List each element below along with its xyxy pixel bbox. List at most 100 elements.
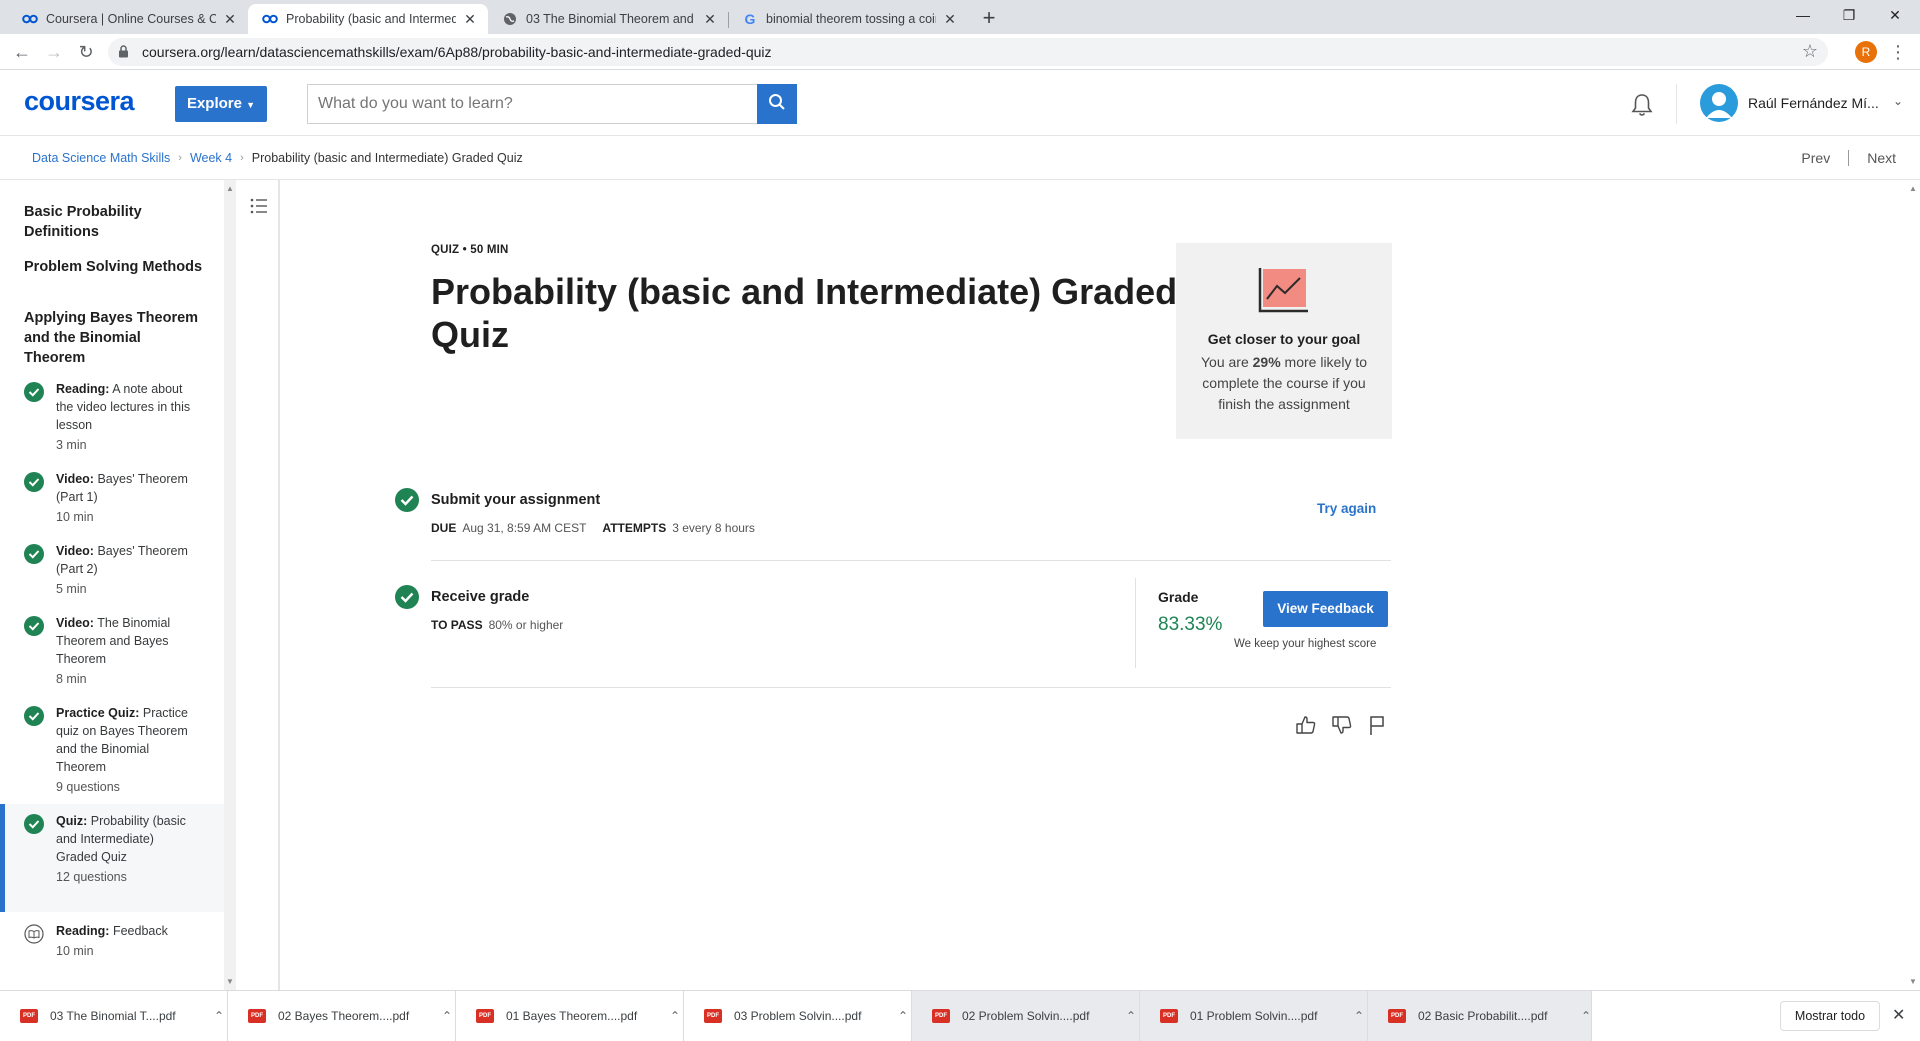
browser-tab-bar: Coursera | Online Courses & Credentials …: [0, 0, 1920, 34]
try-again-link[interactable]: Try again: [1317, 501, 1376, 516]
sidebar-item-practice-quiz[interactable]: Practice Quiz: Practice quiz on Bayes Th…: [0, 704, 224, 802]
minimize-button[interactable]: —: [1780, 0, 1826, 30]
header-divider: [1676, 84, 1677, 124]
close-icon[interactable]: ✕: [702, 11, 718, 27]
download-item[interactable]: PDF 01 Problem Solvin....pdf ⌃: [1140, 991, 1368, 1041]
sidebar-item-video-bayes-2[interactable]: Video: Bayes' Theorem (Part 2) 5 min: [0, 542, 224, 604]
browser-tab-coursera[interactable]: Coursera | Online Courses & Credentials …: [8, 4, 248, 34]
check-circle-icon: [395, 585, 419, 609]
close-icon[interactable]: ✕: [1892, 1005, 1905, 1025]
item-duration: 3 min: [56, 438, 87, 452]
new-tab-button[interactable]: +: [976, 6, 1002, 32]
thumbs-down-icon[interactable]: [1331, 714, 1353, 741]
sidebar-section-basic-probability[interactable]: Basic Probability Definitions: [24, 202, 204, 242]
breadcrumb-course[interactable]: Data Science Math Skills: [32, 151, 170, 165]
next-link[interactable]: Next: [1867, 150, 1896, 166]
pass-meta: TO PASS 80% or higher: [431, 618, 563, 632]
prev-link[interactable]: Prev: [1801, 150, 1830, 166]
download-item[interactable]: PDF 03 Problem Solvin....pdf ⌃: [684, 991, 912, 1041]
sidebar-item-reading-note[interactable]: Reading: A note about the video lectures…: [0, 380, 224, 460]
check-circle-icon: [24, 814, 44, 834]
chevron-up-icon[interactable]: ⌃: [1354, 1009, 1364, 1023]
back-button[interactable]: ←: [10, 40, 34, 64]
chevron-right-icon: ›: [178, 152, 182, 164]
browser-tab-google[interactable]: G binomial theorem tossing a coin ✕: [728, 4, 968, 34]
download-item[interactable]: PDF 02 Problem Solvin....pdf ⌃: [912, 991, 1140, 1041]
item-type: Practice Quiz:: [56, 706, 140, 720]
search-icon: [768, 93, 786, 116]
download-item[interactable]: PDF 03 The Binomial T....pdf ⌃: [0, 991, 228, 1041]
list-icon[interactable]: [250, 198, 268, 219]
address-bar: ← → ↻ coursera.org/learn/datasciencemath…: [0, 34, 1920, 70]
chevron-up-icon[interactable]: ⌃: [1126, 1009, 1136, 1023]
reload-button[interactable]: ↻: [74, 40, 98, 64]
check-circle-icon: [24, 382, 44, 402]
goal-card: Get closer to your goal You are 29% more…: [1176, 243, 1392, 439]
chevron-up-icon[interactable]: ⌃: [898, 1009, 908, 1023]
search-button[interactable]: [757, 84, 797, 124]
explore-button[interactable]: Explore ▼: [175, 86, 267, 122]
notifications-bell-icon[interactable]: [1630, 92, 1654, 123]
item-title: Feedback: [112, 924, 168, 938]
submit-assignment-title: Submit your assignment: [431, 492, 601, 508]
breadcrumb-bar: Data Science Math Skills › Week 4 › Prob…: [0, 136, 1920, 180]
close-window-button[interactable]: ✕: [1872, 0, 1918, 30]
chevron-up-icon[interactable]: ⌃: [214, 1009, 224, 1023]
sidebar-section-bayes-binomial[interactable]: Applying Bayes Theorem and the Binomial …: [24, 308, 204, 368]
download-item[interactable]: PDF 02 Bayes Theorem....pdf ⌃: [228, 991, 456, 1041]
thumbs-up-icon[interactable]: [1295, 714, 1317, 741]
pdf-file-icon: PDF: [704, 1009, 722, 1023]
scroll-down-arrow-icon[interactable]: ▼: [226, 977, 234, 986]
search-input[interactable]: [307, 84, 757, 124]
sidebar-item-video-bayes-1[interactable]: Video: Bayes' Theorem (Part 1) 10 min: [0, 470, 224, 532]
close-icon[interactable]: ✕: [222, 11, 238, 27]
restore-button[interactable]: ❐: [1826, 0, 1872, 30]
close-icon[interactable]: ✕: [462, 11, 478, 27]
scroll-down-arrow-icon[interactable]: ▼: [1909, 977, 1917, 986]
sidebar-scrollbar[interactable]: ▲ ▼: [224, 180, 236, 990]
close-icon[interactable]: ✕: [942, 11, 958, 27]
pdf-file-icon: PDF: [476, 1009, 494, 1023]
sidebar-section-problem-solving[interactable]: Problem Solving Methods: [24, 257, 204, 277]
main-scrollbar[interactable]: ▲ ▼: [1906, 180, 1920, 990]
scroll-up-arrow-icon[interactable]: ▲: [226, 184, 234, 193]
sidebar-item-video-binomial[interactable]: Video: The Binomial Theorem and Bayes Th…: [0, 614, 224, 694]
pdf-file-icon: PDF: [1160, 1009, 1178, 1023]
download-item[interactable]: PDF 02 Basic Probabilit....pdf ⌃: [1368, 991, 1592, 1041]
item-duration: 9 questions: [56, 780, 120, 794]
flag-icon[interactable]: [1367, 714, 1387, 741]
url-field[interactable]: coursera.org/learn/datasciencemathskills…: [108, 38, 1828, 66]
item-type: Reading:: [56, 924, 110, 938]
course-sidebar: Basic Probability Definitions Problem So…: [0, 180, 224, 990]
user-avatar[interactable]: [1700, 84, 1738, 122]
item-type: Reading:: [56, 382, 110, 396]
chevron-up-icon[interactable]: ⌃: [1581, 1009, 1591, 1023]
item-duration: 8 min: [56, 672, 87, 686]
submit-meta: DUE Aug 31, 8:59 AM CEST ATTEMPTS 3 every 8…: [431, 521, 755, 535]
browser-tab-binomial[interactable]: 03 The Binomial Theorem and Bayes Theore…: [488, 4, 728, 34]
attempts-label: ATTEMPTS: [602, 521, 667, 535]
show-all-downloads-button[interactable]: Mostrar todo: [1780, 1001, 1880, 1031]
chevron-up-icon[interactable]: ⌃: [442, 1009, 452, 1023]
browser-menu-icon[interactable]: ⋮: [1888, 40, 1908, 64]
sidebar-item-reading-feedback[interactable]: Reading: Feedback 10 min: [0, 922, 224, 968]
bookmark-star-icon[interactable]: ☆: [1802, 41, 1818, 62]
forward-button[interactable]: →: [42, 40, 66, 64]
breadcrumb-week[interactable]: Week 4: [190, 151, 232, 165]
sidebar-item-graded-quiz[interactable]: Quiz: Probability (basic and Intermediat…: [0, 804, 224, 912]
goal-percent: 29%: [1252, 354, 1281, 370]
view-feedback-button[interactable]: View Feedback: [1263, 591, 1388, 627]
page-title: Probability (basic and Intermediate) Gra…: [431, 271, 1178, 355]
download-item[interactable]: PDF 01 Bayes Theorem....pdf ⌃: [456, 991, 684, 1041]
browser-tab-quiz[interactable]: Probability (basic and Intermediate) Gra…: [248, 4, 488, 34]
chevron-up-icon[interactable]: ⌃: [670, 1009, 680, 1023]
goal-title: Get closer to your goal: [1207, 331, 1361, 347]
divider: [431, 560, 1391, 561]
item-type: Video:: [56, 544, 94, 558]
coursera-logo[interactable]: coursera: [24, 86, 135, 117]
browser-profile-avatar[interactable]: R: [1855, 41, 1877, 63]
scroll-up-arrow-icon[interactable]: ▲: [1909, 184, 1917, 193]
user-name[interactable]: Raúl Fernández Mí...: [1748, 95, 1879, 111]
chevron-down-icon[interactable]: ⌄: [1893, 94, 1903, 108]
to-pass-label: TO PASS: [431, 618, 483, 632]
